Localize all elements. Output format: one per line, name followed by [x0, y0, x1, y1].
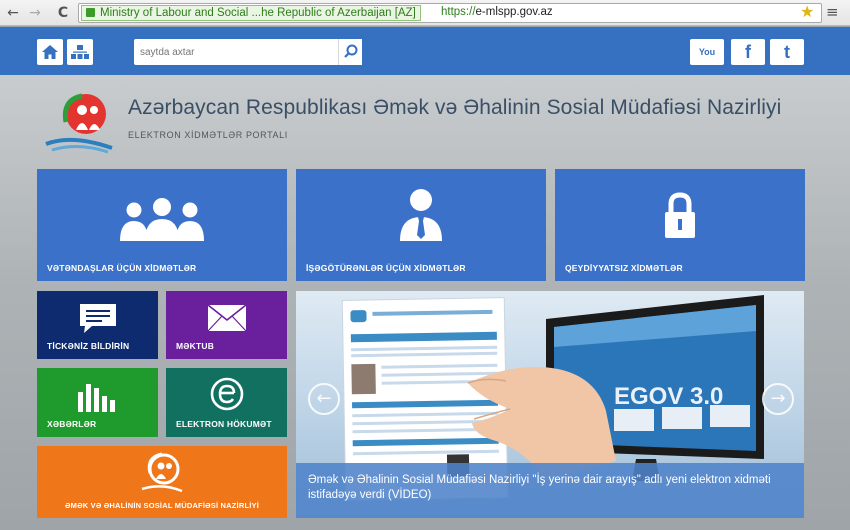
home-icon	[42, 45, 58, 59]
youtube-button[interactable]: You	[690, 39, 724, 65]
page-subtitle: ELEKTRON XİDMƏTLƏR PORTALI	[128, 130, 288, 140]
tile-label: ƏMƏK VƏ ƏHALİNİN SOSİAL MÜDAFİƏSİ NAZİRL…	[64, 501, 260, 510]
tile-label: İŞƏGÖTÜRƏNLƏR ÜÇÜN XİDMƏTLƏR	[306, 263, 466, 273]
tile-label: QEYDİYYATSIZ XİDMƏTLƏR	[565, 263, 683, 273]
forward-icon[interactable]: →	[26, 4, 44, 22]
twitter-icon: t	[784, 42, 790, 62]
sitemap-button[interactable]	[67, 39, 93, 65]
lock-icon	[665, 192, 695, 238]
ministry-logo[interactable]	[42, 86, 118, 156]
browser-toolbar: ← → C Ministry of Labour and Social ...h…	[0, 0, 850, 26]
tile-e-government[interactable]: ELEKTRON HÖKUMƏT	[166, 368, 287, 437]
ev-certificate-badge[interactable]: Ministry of Labour and Social ...he Repu…	[81, 5, 421, 21]
url-host: e-mlspp.gov.az	[475, 6, 553, 18]
news-slider[interactable]: EGOV 3.0 ← → Əmək və Əhalinin Sosial Müd…	[296, 291, 804, 518]
tile-citizens-services[interactable]: VƏTƏNDAŞLAR ÜÇÜN XİDMƏTLƏR	[37, 169, 287, 281]
ev-certificate-label: Ministry of Labour and Social ...he Repu…	[100, 7, 416, 19]
screen-text: EGOV 3.0	[614, 383, 724, 410]
page-title: Azərbaycan Respublikası Əmək və Əhalinin…	[128, 96, 782, 119]
slider-next-icon[interactable]: →	[762, 383, 794, 415]
tile-label: MƏKTUB	[176, 341, 215, 351]
browser-menu-icon[interactable]: ≡	[826, 3, 839, 21]
tile-label: VƏTƏNDAŞLAR ÜÇÜN XİDMƏTLƏR	[47, 263, 197, 273]
envelope-icon	[207, 304, 247, 332]
slider-caption[interactable]: Əmək və Əhalinin Sosial Müdafiəsi Nazirl…	[296, 463, 804, 518]
address-bar[interactable]: Ministry of Labour and Social ...he Repu…	[78, 3, 822, 23]
tile-letter[interactable]: MƏKTUB	[166, 291, 287, 359]
e-government-icon	[210, 377, 244, 411]
speech-bubble-icon	[80, 304, 116, 333]
youtube-icon: You	[698, 47, 716, 57]
tile-ministry[interactable]: ƏMƏK VƏ ƏHALİNİN SOSİAL MÜDAFİƏSİ NAZİRL…	[37, 446, 287, 518]
businessman-icon	[400, 189, 442, 241]
bookmark-star-icon[interactable]: ★	[800, 3, 814, 21]
home-button[interactable]	[37, 39, 63, 65]
twitter-button[interactable]: t	[770, 39, 804, 65]
tile-employers-services[interactable]: İŞƏGÖTÜRƏNLƏR ÜÇÜN XİDMƏTLƏR	[296, 169, 546, 281]
tile-no-registration-services[interactable]: QEYDİYYATSIZ XİDMƏTLƏR	[555, 169, 805, 281]
facebook-icon: f	[745, 42, 751, 62]
facebook-button[interactable]: f	[731, 39, 765, 65]
reload-icon[interactable]: C	[54, 4, 72, 22]
ministry-emblem-icon	[141, 452, 183, 493]
slider-prev-icon[interactable]: ←	[308, 383, 340, 415]
bar-chart-icon	[78, 384, 115, 412]
tile-label: ELEKTRON HÖKUMƏT	[176, 419, 272, 429]
sitemap-icon	[71, 45, 89, 59]
tile-label: XƏBƏRLƏR	[47, 419, 97, 429]
site-header: You f t	[0, 27, 850, 75]
search-button[interactable]	[338, 39, 362, 65]
search-input[interactable]	[134, 39, 336, 65]
lock-icon	[86, 8, 95, 17]
tile-label: TİCKƏNİZ BİLDİRİN	[47, 341, 130, 351]
back-icon[interactable]: ←	[4, 4, 22, 22]
search-icon	[344, 44, 358, 58]
search-box	[134, 39, 362, 65]
tile-complaint[interactable]: TİCKƏNİZ BİLDİRİN	[37, 291, 158, 359]
tile-reports[interactable]: XƏBƏRLƏR	[37, 368, 158, 437]
people-group-icon	[120, 198, 204, 241]
url-text[interactable]: https://e-mlspp.gov.az	[441, 6, 553, 18]
url-scheme: https://	[441, 6, 476, 18]
